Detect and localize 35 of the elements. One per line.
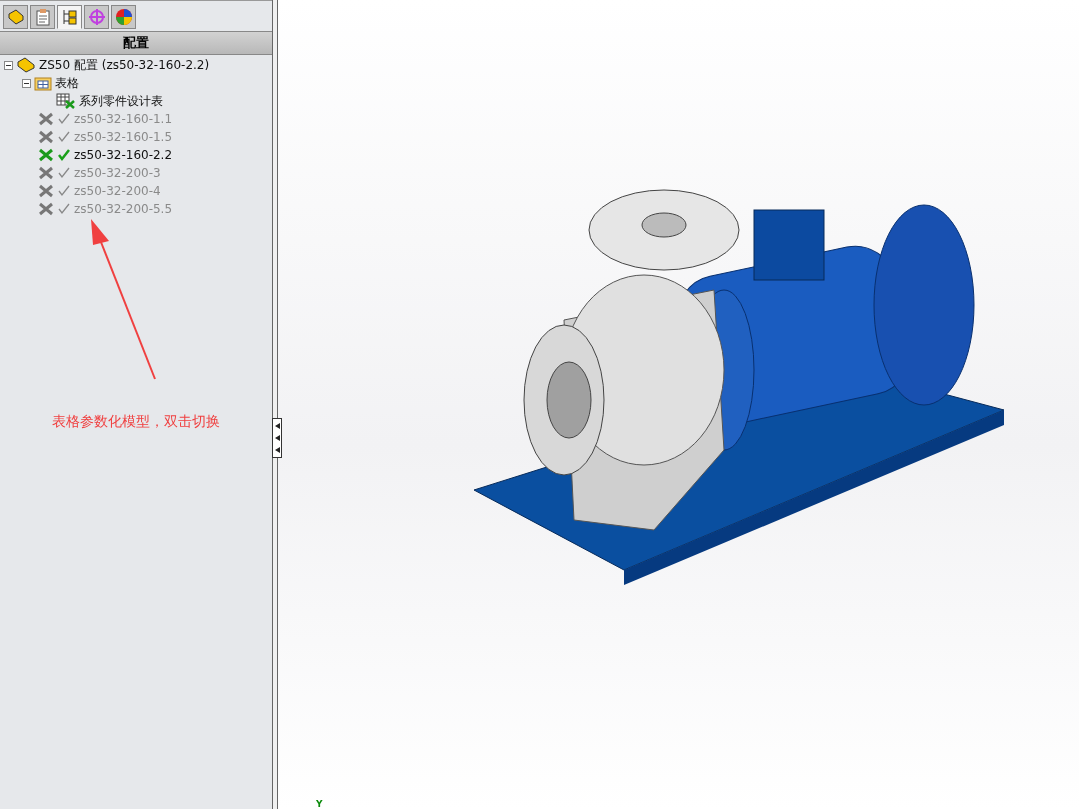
configuration-item[interactable]: zs50-32-200-5.5 bbox=[74, 202, 173, 216]
checkmark-icon bbox=[57, 184, 71, 198]
checkmark-icon bbox=[57, 112, 71, 126]
tree-item[interactable]: ZS50 配置 (zs50-32-160-2.2) bbox=[39, 56, 210, 74]
part-icon bbox=[16, 57, 36, 73]
tree-item[interactable]: 系列零件设计表 bbox=[79, 92, 163, 110]
configuration-item[interactable]: zs50-32-200-3 bbox=[74, 166, 161, 180]
annotation-text: 表格参数化模型，双击切换 bbox=[52, 413, 220, 431]
checkmark-icon bbox=[57, 166, 71, 180]
arrows-icon bbox=[274, 420, 280, 456]
panel-tab[interactable] bbox=[3, 5, 28, 29]
color-ball-icon bbox=[114, 8, 133, 26]
collapse-toggle[interactable] bbox=[22, 78, 31, 88]
configuration-item[interactable]: zs50-32-160-2.2 bbox=[74, 148, 173, 162]
table-folder-icon bbox=[34, 75, 52, 91]
tree-icon bbox=[60, 8, 79, 26]
configuration-item[interactable]: zs50-32-160-1.5 bbox=[74, 130, 173, 144]
panel-tab[interactable] bbox=[111, 5, 136, 29]
checkmark-icon bbox=[57, 130, 71, 144]
panel-tab[interactable] bbox=[84, 5, 109, 29]
axis-label: Y bbox=[316, 799, 323, 809]
spreadsheet-icon bbox=[56, 93, 76, 109]
checkmark-icon bbox=[57, 202, 71, 216]
collapse-toggle[interactable] bbox=[4, 60, 13, 70]
checkmark-icon bbox=[57, 148, 71, 162]
block-icon bbox=[6, 8, 25, 26]
panel-tab[interactable] bbox=[30, 5, 55, 29]
panel-header: 配置 bbox=[0, 31, 272, 55]
tree-item[interactable]: 表格 bbox=[55, 74, 79, 92]
collapse-handle[interactable] bbox=[272, 418, 282, 458]
configuration-item[interactable]: zs50-32-200-4 bbox=[74, 184, 161, 198]
configuration-item[interactable]: zs50-32-160-1.1 bbox=[74, 112, 173, 126]
panel-tab[interactable] bbox=[57, 5, 82, 29]
crosshair-icon bbox=[87, 8, 106, 26]
clipboard-icon bbox=[33, 8, 52, 26]
